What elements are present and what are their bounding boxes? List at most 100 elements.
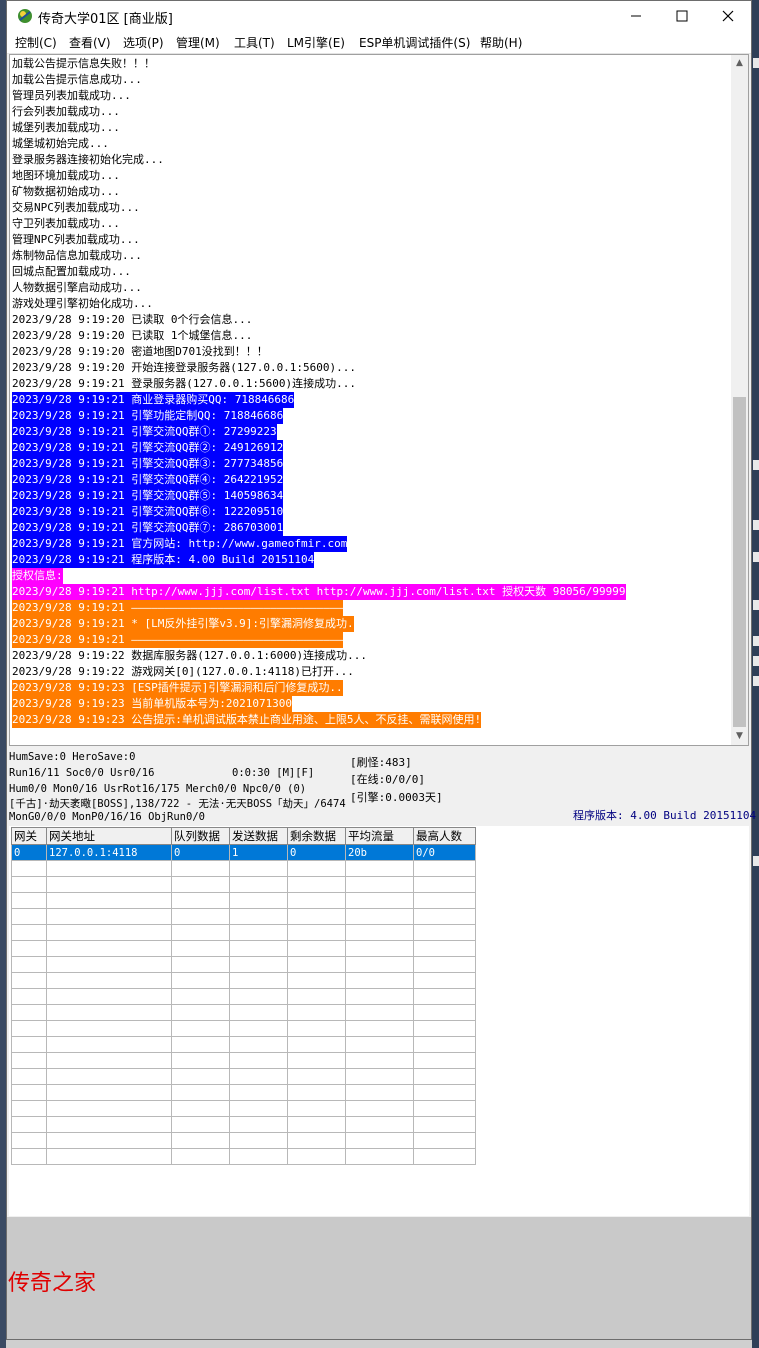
grid-cell bbox=[171, 1036, 230, 1053]
log-line: 2023/9/28 9:19:21 引擎交流QQ群⑤: 140598634 bbox=[12, 488, 284, 504]
grid-cell bbox=[229, 1100, 288, 1117]
table-row[interactable] bbox=[11, 1100, 476, 1117]
maximize-button[interactable] bbox=[659, 1, 705, 31]
menu-control[interactable]: 控制(C) bbox=[15, 34, 57, 51]
grid-cell bbox=[229, 1068, 288, 1085]
grid-cell: 20b bbox=[345, 844, 414, 861]
menu-view[interactable]: 查看(V) bbox=[69, 34, 111, 51]
close-button[interactable] bbox=[705, 1, 751, 31]
watermark-text: 传奇之家 bbox=[8, 1271, 97, 1296]
grid-cell bbox=[46, 1020, 172, 1037]
table-row[interactable] bbox=[11, 1132, 476, 1149]
grid-header[interactable]: 网关 bbox=[11, 827, 47, 845]
scroll-down-arrow-icon[interactable]: ▼ bbox=[731, 728, 748, 745]
grid-header[interactable]: 发送数据 bbox=[229, 827, 288, 845]
log-scrollbar[interactable]: ▲ ▼ bbox=[731, 55, 748, 745]
minimize-button[interactable] bbox=[613, 1, 659, 31]
scroll-thumb[interactable] bbox=[733, 397, 746, 727]
grid-cell bbox=[287, 1004, 346, 1021]
window-title: 传奇大学01区 [商业版] bbox=[38, 12, 173, 27]
grid-cell bbox=[229, 1116, 288, 1133]
grid-cell bbox=[171, 940, 230, 957]
table-row[interactable] bbox=[11, 892, 476, 909]
online-count: [在线:0/0/0] bbox=[350, 773, 425, 786]
grid-header[interactable]: 平均流量 bbox=[345, 827, 414, 845]
menu-esp-plugin[interactable]: ESP单机调试插件(S) bbox=[359, 34, 470, 51]
log-line: 2023/9/28 9:19:21 * [LM反外挂引擎v3.9]:引擎漏洞修复… bbox=[12, 616, 354, 632]
log-line: 2023/9/28 9:19:20 开始连接登录服务器(127.0.0.1:56… bbox=[12, 361, 357, 374]
table-row[interactable] bbox=[11, 972, 476, 989]
table-row[interactable] bbox=[11, 1004, 476, 1021]
grid-cell bbox=[345, 1004, 414, 1021]
grid-cell bbox=[287, 1052, 346, 1069]
menu-tools[interactable]: 工具(T) bbox=[234, 34, 275, 51]
grid-cell bbox=[413, 956, 476, 973]
grid-cell bbox=[287, 1068, 346, 1085]
grid-cell: 0 bbox=[11, 844, 47, 861]
grid-cell bbox=[171, 1004, 230, 1021]
scroll-up-arrow-icon[interactable]: ▲ bbox=[731, 55, 748, 72]
log-line: 2023/9/28 9:19:21 ——————————————————————… bbox=[12, 632, 344, 648]
grid-cell bbox=[229, 1132, 288, 1149]
table-row[interactable] bbox=[11, 1148, 476, 1165]
grid-header[interactable]: 网关地址 bbox=[46, 827, 172, 845]
log-line: 交易NPC列表加载成功... bbox=[12, 201, 140, 214]
status-boss: [千古]·劫天袤曔[BOSS],138/722 - 无法·无天BOSS「劫天」/… bbox=[9, 798, 346, 810]
grid-cell bbox=[345, 1116, 414, 1133]
table-row[interactable] bbox=[11, 908, 476, 925]
grid-cell bbox=[229, 1036, 288, 1053]
log-output[interactable]: 2023/9/28 9:19:23 公告提示:单机调试版本禁止商业用途、上限5人… bbox=[9, 54, 749, 746]
grid-cell bbox=[287, 924, 346, 941]
table-row[interactable] bbox=[11, 860, 476, 877]
table-row[interactable] bbox=[11, 1084, 476, 1101]
grid-cell bbox=[46, 1036, 172, 1053]
grid-cell bbox=[171, 988, 230, 1005]
grid-cell bbox=[287, 876, 346, 893]
table-row[interactable] bbox=[11, 1116, 476, 1133]
grid-header[interactable]: 剩余数据 bbox=[287, 827, 346, 845]
log-line: 2023/9/28 9:19:21 引擎交流QQ群①: 27299223 bbox=[12, 424, 277, 440]
log-line: 2023/9/28 9:19:23 [ESP插件提示]引擎漏洞和后门修复成功.. bbox=[12, 680, 343, 696]
grid-cell bbox=[46, 892, 172, 909]
table-row[interactable] bbox=[11, 1068, 476, 1085]
table-row[interactable]: 0 127.0.0.1:4118 0 1 0 20b 0/0 bbox=[11, 844, 476, 861]
grid-header[interactable]: 最高人数 bbox=[413, 827, 476, 845]
table-row[interactable] bbox=[11, 956, 476, 973]
status-uptime: 0:0:30 [M][F] bbox=[232, 767, 315, 779]
menu-help[interactable]: 帮助(H) bbox=[480, 34, 522, 51]
menu-manage[interactable]: 管理(M) bbox=[176, 34, 220, 51]
grid-cell bbox=[413, 1084, 476, 1101]
grid-cell bbox=[46, 940, 172, 957]
table-row[interactable] bbox=[11, 876, 476, 893]
table-row[interactable] bbox=[11, 1052, 476, 1069]
table-row[interactable] bbox=[11, 1036, 476, 1053]
grid-cell bbox=[287, 1116, 346, 1133]
minimize-icon bbox=[631, 15, 641, 17]
status-run: Run16/11 Soc0/0 Usr0/16 bbox=[9, 767, 155, 779]
grid-cell bbox=[287, 972, 346, 989]
grid-cell bbox=[46, 988, 172, 1005]
table-row[interactable] bbox=[11, 940, 476, 957]
grid-cell bbox=[171, 956, 230, 973]
table-row[interactable] bbox=[11, 1020, 476, 1037]
menu-options[interactable]: 选项(P) bbox=[123, 34, 164, 51]
table-row[interactable] bbox=[11, 924, 476, 941]
title-bar[interactable]: 传奇大学01区 [商业版] bbox=[7, 1, 751, 31]
log-line: 管理员列表加载成功... bbox=[12, 89, 131, 102]
log-line: 加载公告提示信息成功... bbox=[12, 73, 142, 86]
grid-header[interactable]: 队列数据 bbox=[171, 827, 230, 845]
grid-cell bbox=[11, 1068, 47, 1085]
grid-cell: 1 bbox=[229, 844, 288, 861]
log-line: 2023/9/28 9:19:20 已读取 1个城堡信息... bbox=[12, 329, 253, 342]
grid-cell bbox=[11, 1084, 47, 1101]
empty-area bbox=[7, 1217, 751, 1339]
log-line: 2023/9/28 9:19:20 已读取 0个行会信息... bbox=[12, 313, 253, 326]
grid-cell bbox=[287, 1100, 346, 1117]
grid-cell bbox=[345, 908, 414, 925]
table-row[interactable] bbox=[11, 988, 476, 1005]
grid-cell bbox=[287, 1036, 346, 1053]
log-line: 2023/9/28 9:19:23 当前单机版本号为:2021071300 bbox=[12, 696, 293, 712]
status-counts: Hum0/0 Mon0/16 UsrRot16/175 Merch0/0 Npc… bbox=[9, 783, 307, 795]
menu-lm-engine[interactable]: LM引擎(E) bbox=[287, 34, 345, 51]
grid-cell bbox=[345, 1068, 414, 1085]
